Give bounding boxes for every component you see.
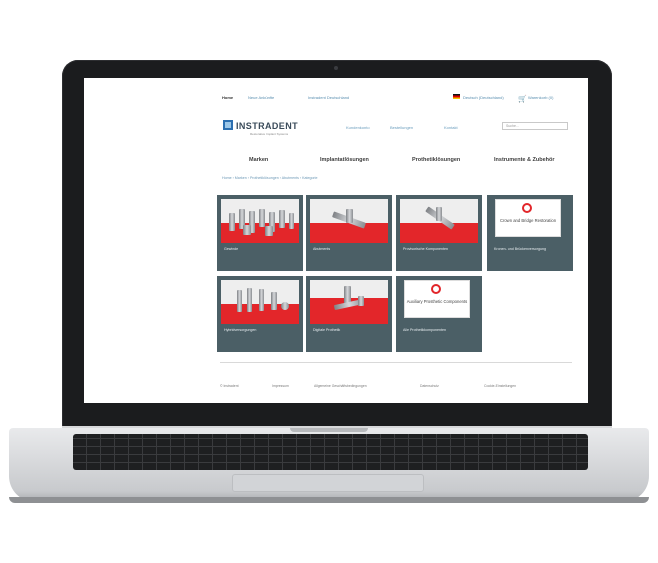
tile-caption: Alle Prothetikkomponenten <box>403 328 446 332</box>
lid-notch <box>290 428 368 432</box>
new-arrivals-link[interactable]: Neue Ankünfte <box>248 95 274 100</box>
nav-item-implant-solutions[interactable]: Implantatlösungen <box>320 157 369 163</box>
trackpad <box>232 474 424 492</box>
cart-icon[interactable]: 🛒 <box>518 95 527 103</box>
header-link-contact[interactable]: Kontakt <box>444 125 458 130</box>
laptop-base-edge <box>9 497 649 503</box>
german-flag-icon[interactable] <box>453 94 460 99</box>
category-tile-abutments[interactable]: Abutments <box>306 195 392 271</box>
footer-link-imprint[interactable]: Impressum <box>272 384 289 388</box>
top-bar: Home Neue Ankünfte Instradent Deutschlan… <box>84 92 588 104</box>
product-image <box>221 199 299 243</box>
footer-link-privacy[interactable]: Datenschutz <box>420 384 439 388</box>
product-image <box>310 199 388 243</box>
placeholder-text: Crown and Bridge Restoration <box>499 218 557 223</box>
header-link-orders[interactable]: Bestellungen <box>390 125 413 130</box>
header-link-account[interactable]: Kundenkonto <box>346 125 370 130</box>
tile-caption: Abutments <box>313 247 331 251</box>
footer-divider <box>220 362 572 363</box>
tile-caption: Hybridversorgungen <box>224 328 257 332</box>
tile-caption: Provisorische Komponenten <box>403 247 448 251</box>
category-tile-provisional[interactable]: Provisorische Komponenten <box>396 195 482 271</box>
category-tile-crown-bridge[interactable]: Crown and Bridge Restoration Kronen- und… <box>487 195 573 271</box>
search-input[interactable]: Suche... <box>502 122 568 130</box>
cart-link[interactable]: Warenkorb (0) <box>528 95 553 100</box>
home-link[interactable]: Home <box>222 95 233 100</box>
nav-item-prosthetic-solutions[interactable]: Prothetiklösungen <box>412 157 460 163</box>
placeholder-image: Auxiliary Prosthetic Components <box>404 280 470 318</box>
product-image <box>221 280 299 324</box>
brand-ring-icon <box>431 284 441 294</box>
placeholder-image: Crown and Bridge Restoration <box>495 199 561 237</box>
tile-caption: Kronen- und Brückenversorgung <box>494 247 546 251</box>
brand-ring-icon <box>522 203 532 213</box>
language-selector[interactable]: Deutsch (Deutschland) <box>463 95 504 100</box>
product-image <box>310 280 388 324</box>
brand-tagline: Restorative Implant Systems <box>250 132 289 136</box>
category-tile-hybrid[interactable]: Hybridversorgungen <box>217 276 303 352</box>
category-tile-threads[interactable]: Gewinde <box>217 195 303 271</box>
nav-item-instruments[interactable]: Instrumente & Zubehör <box>494 157 555 163</box>
tile-caption: Digitale Prothetik <box>313 328 341 332</box>
placeholder-text: Auxiliary Prosthetic Components <box>406 299 468 304</box>
footer-link-copyright[interactable]: © Instradent <box>220 384 239 388</box>
breadcrumb[interactable]: Home › Marken › Prothetiklösungen › Abut… <box>222 176 317 180</box>
webcam-icon <box>334 66 338 70</box>
footer-link-terms[interactable]: Allgemeine Geschäftsbedingungen <box>314 384 367 388</box>
category-tile-all-components[interactable]: Auxiliary Prosthetic Components Alle Pro… <box>396 276 482 352</box>
brand-logo[interactable]: INSTRADENT <box>236 121 298 131</box>
country-link[interactable]: Instradent Deutschland <box>308 95 349 100</box>
keyboard <box>73 434 588 470</box>
tile-caption: Gewinde <box>224 247 239 251</box>
category-tile-digital[interactable]: Digitale Prothetik <box>306 276 392 352</box>
logo-icon[interactable] <box>223 120 233 130</box>
product-image <box>400 199 478 243</box>
laptop-screen: Home Neue Ankünfte Instradent Deutschlan… <box>84 78 588 403</box>
footer-link-cookies[interactable]: Cookie-Einstellungen <box>484 384 516 388</box>
nav-item-brands[interactable]: Marken <box>249 157 268 163</box>
